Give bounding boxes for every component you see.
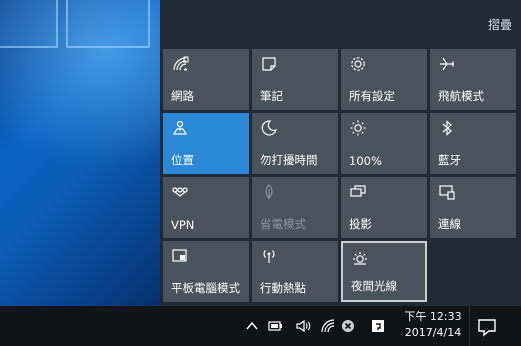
connect-tile[interactable]: 連線 [430, 177, 516, 238]
moon-icon [261, 120, 277, 136]
project-icon [350, 185, 366, 197]
tile-label: 飛航模式 [438, 89, 484, 103]
tile-label: 行動熱點 [260, 281, 306, 295]
tile-label: 位置 [171, 153, 194, 167]
tile-label: 筆記 [260, 89, 283, 103]
all-settings-tile[interactable]: 所有設定 [341, 49, 427, 110]
brightness-icon [350, 120, 366, 136]
location-icon [172, 120, 188, 135]
action-center-button[interactable] [476, 316, 498, 338]
mobile-hotspot-tile[interactable]: 行動熱點 [252, 241, 338, 302]
clock-date: 2017/4/14 [404, 326, 462, 339]
note-tile[interactable]: 筆記 [252, 49, 338, 110]
tile-label: 平板電腦模式 [171, 281, 240, 295]
bluetooth-icon [442, 120, 452, 136]
clock-time: 下午 12:33 [404, 310, 462, 323]
airplane-icon [440, 57, 455, 71]
tablet-mode-icon [172, 249, 187, 262]
windows-logo-pane [0, 0, 58, 48]
night-light-tile[interactable]: 夜間光線 [341, 241, 427, 302]
tile-label: 所有設定 [349, 89, 395, 103]
tile-label: 投影 [349, 217, 372, 231]
battery-saver-tile: 省電模式 [252, 177, 338, 238]
bluetooth-tile[interactable]: 藍牙 [430, 113, 516, 174]
input-method-icon[interactable] [370, 318, 386, 334]
battery-saver-icon [265, 184, 273, 199]
brightness-tile[interactable]: 100% [341, 113, 427, 174]
tile-label: 省電模式 [260, 217, 306, 231]
tablet-mode-tile[interactable]: 平板電腦模式 [163, 241, 249, 302]
project-tile[interactable]: 投影 [341, 177, 427, 238]
taskbar: 下午 12:33 2017/4/14 [0, 306, 521, 346]
chevron-up-icon[interactable] [244, 318, 260, 334]
windows-logo-pane [66, 0, 150, 48]
tile-label: 網路 [171, 89, 194, 103]
tile-label: 100% [349, 154, 382, 168]
location-tile[interactable]: 位置 [163, 113, 249, 174]
connect-icon [439, 185, 455, 200]
note-icon [262, 57, 276, 71]
clock[interactable]: 下午 12:33 2017/4/14 [404, 309, 462, 341]
night-light-icon [353, 252, 367, 265]
collapse-link[interactable]: 摺疊 [488, 16, 512, 33]
gear-icon [351, 57, 365, 71]
quiet-hours-tile[interactable]: 勿打擾時間 [252, 113, 338, 174]
battery-icon[interactable] [268, 318, 284, 334]
tile-label: 勿打擾時間 [260, 153, 318, 167]
volume-icon[interactable] [295, 318, 311, 334]
network-wifi-icon [173, 56, 189, 71]
desktop-background [0, 0, 160, 306]
hotspot-icon [263, 250, 275, 263]
vpn-icon [172, 187, 188, 197]
tile-label: 連線 [438, 217, 461, 231]
wifi-icon[interactable] [320, 318, 336, 334]
network-tile[interactable]: 網路 [163, 49, 249, 110]
tile-label: VPN [171, 218, 195, 232]
error-badge-icon [342, 320, 354, 332]
tile-label: 藍牙 [438, 153, 461, 167]
vpn-tile[interactable]: VPN [163, 177, 249, 238]
tile-label: 夜間光線 [351, 279, 397, 293]
airplane-mode-tile[interactable]: 飛航模式 [430, 49, 516, 110]
